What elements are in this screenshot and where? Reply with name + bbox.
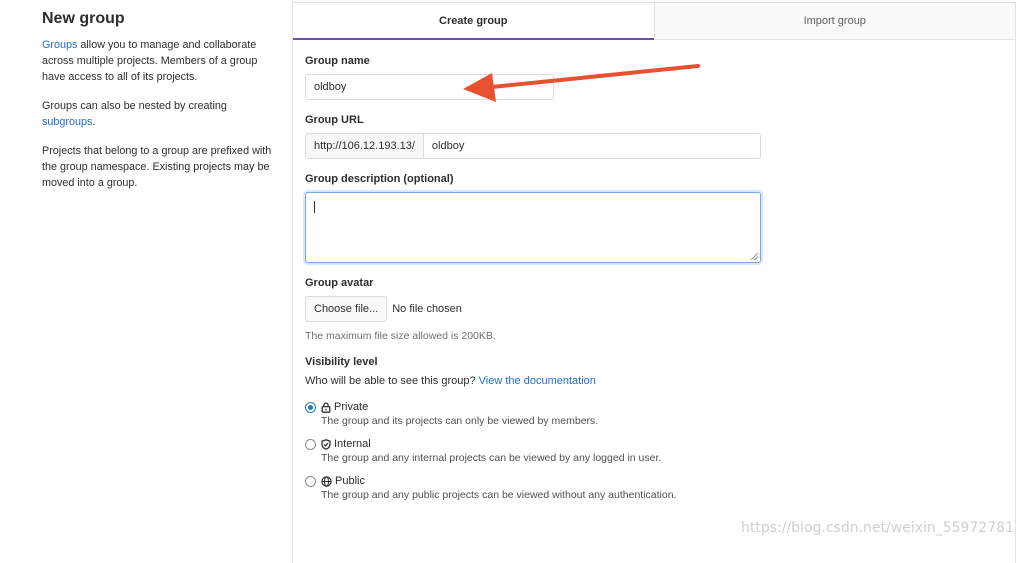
private-description: The group and its projects can only be v… — [321, 415, 599, 427]
group-url-row: http://106.12.193.13/ oldboy — [305, 133, 761, 159]
sidebar-description: New group Groups allow you to manage and… — [42, 10, 274, 204]
lock-icon — [321, 401, 331, 413]
subgroups-description: Groups can also be nested by creating su… — [42, 100, 227, 128]
visibility-option-private[interactable]: Private The group and its projects can o… — [305, 401, 1005, 427]
groups-link[interactable]: Groups — [42, 39, 77, 51]
watermark-text: https://blog.csdn.net/weixin_55972781 — [740, 520, 1014, 536]
group-description-textarea[interactable] — [305, 192, 761, 263]
group-url-group: Group URL http://106.12.193.13/ oldboy — [305, 114, 1005, 159]
group-form-panel: Create group Import group Group name old… — [292, 2, 1016, 563]
group-url-label: Group URL — [305, 114, 364, 126]
public-radio[interactable] — [305, 476, 316, 487]
group-avatar-group: Group avatar Choose file... No file chos… — [305, 277, 1005, 342]
group-url-prefix: http://106.12.193.13/ — [305, 133, 423, 159]
group-name-label: Group name — [305, 55, 370, 67]
tab-import-group[interactable]: Import group — [653, 3, 1015, 39]
groups-description: Groups allow you to manage and collabora… — [42, 39, 258, 83]
internal-radio[interactable] — [305, 439, 316, 450]
group-avatar-label: Group avatar — [305, 277, 374, 289]
visibility-label: Visibility level — [305, 356, 378, 368]
page-title: New group — [42, 10, 125, 27]
public-description: The group and any public projects can be… — [321, 489, 677, 501]
visibility-question: Who will be able to see this group? View… — [305, 375, 596, 387]
projects-description: Projects that belong to a group are pref… — [42, 145, 272, 189]
group-name-group: Group name oldboy — [305, 55, 1005, 100]
create-group-form: Group name oldboy Group URL http://106.1… — [305, 55, 1005, 512]
choose-file-button[interactable]: Choose file... — [305, 296, 388, 322]
visibility-group: Visibility level Who will be able to see… — [305, 356, 1005, 501]
text-caret — [314, 201, 315, 213]
internal-description: The group and any internal projects can … — [321, 452, 662, 464]
visibility-option-internal[interactable]: Internal The group and any internal proj… — [305, 438, 1005, 464]
view-documentation-link[interactable]: View the documentation — [479, 375, 596, 387]
visibility-option-public[interactable]: Public The group and any public projects… — [305, 475, 1005, 501]
resize-handle[interactable] — [751, 253, 758, 260]
shield-icon — [321, 438, 331, 450]
group-url-path-input[interactable]: oldboy — [422, 133, 761, 159]
file-status-text: No file chosen — [392, 303, 462, 315]
subgroups-link[interactable]: subgroups — [42, 116, 92, 128]
avatar-help-text: The maximum file size allowed is 200KB. — [305, 330, 496, 342]
tab-bar: Create group Import group — [293, 3, 1015, 40]
globe-icon — [321, 475, 332, 487]
internal-title: Internal — [334, 438, 371, 450]
private-title: Private — [334, 401, 369, 413]
private-radio[interactable] — [305, 402, 316, 413]
avatar-file-row: Choose file... No file chosen — [305, 296, 1005, 322]
public-title: Public — [335, 475, 365, 487]
group-description-group: Group description (optional) — [305, 173, 1005, 263]
group-description-label: Group description (optional) — [305, 173, 454, 185]
group-name-input[interactable]: oldboy — [305, 74, 554, 100]
tab-create-group[interactable]: Create group — [293, 3, 654, 40]
